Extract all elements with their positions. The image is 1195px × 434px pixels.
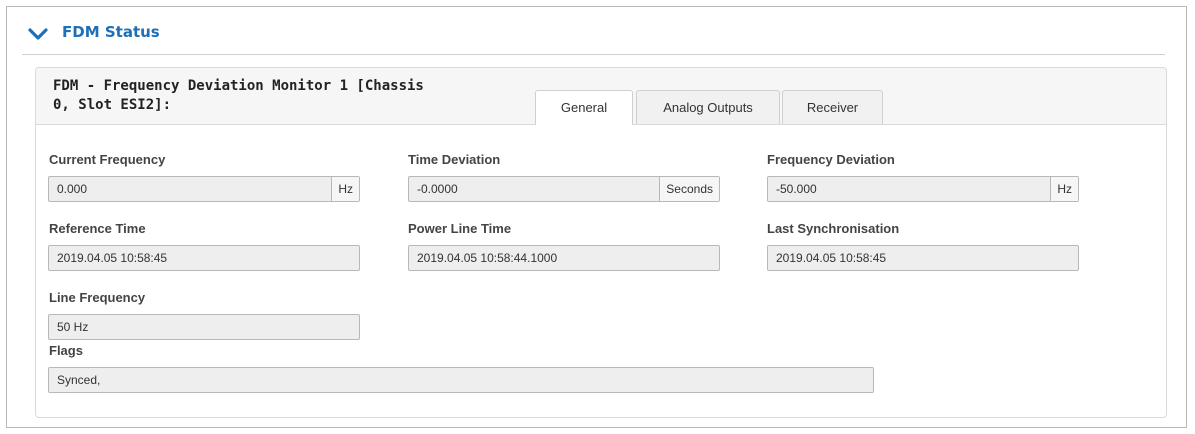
frequency-deviation-field[interactable]: -50.000 Hz — [767, 176, 1079, 202]
reference-time-value: 2019.04.05 10:58:45 — [57, 251, 168, 265]
frequency-deviation-value: -50.000 — [776, 182, 817, 196]
panel-header: FDM - Frequency Deviation Monitor 1 [Cha… — [36, 68, 1166, 125]
power-line-time-label: Power Line Time — [408, 221, 512, 236]
section-title: FDM Status — [62, 23, 160, 41]
tab-analog-outputs[interactable]: Analog Outputs — [636, 90, 780, 124]
current-frequency-value: 0.000 — [57, 182, 88, 196]
flags-label: Flags — [49, 343, 83, 358]
time-deviation-value: -0.0000 — [417, 182, 458, 196]
power-line-time-value: 2019.04.05 10:58:44.1000 — [417, 251, 558, 265]
last-synchronisation-field[interactable]: 2019.04.05 10:58:45 — [767, 245, 1079, 271]
panel-title-line1: FDM - Frequency Deviation Monitor 1 [Cha… — [53, 78, 424, 94]
reference-time-label: Reference Time — [49, 221, 146, 236]
flags-value: Synced, — [57, 373, 101, 387]
panel-title-line2: 0, Slot ESI2]: — [53, 97, 172, 113]
current-frequency-label: Current Frequency — [49, 152, 166, 167]
frequency-deviation-label: Frequency Deviation — [767, 152, 895, 167]
fdm-panel: FDM - Frequency Deviation Monitor 1 [Cha… — [35, 67, 1167, 418]
tab-receiver[interactable]: Receiver — [782, 90, 883, 124]
tab-general[interactable]: General — [535, 90, 633, 125]
last-synchronisation-value: 2019.04.05 10:58:45 — [776, 251, 887, 265]
line-frequency-value: 50 Hz — [57, 320, 89, 334]
time-deviation-unit: Seconds — [659, 177, 719, 201]
line-frequency-field[interactable]: 50 Hz — [48, 314, 360, 340]
time-deviation-field[interactable]: -0.0000 Seconds — [408, 176, 720, 202]
line-frequency-label: Line Frequency — [49, 290, 146, 305]
last-synchronisation-label: Last Synchronisation — [767, 221, 900, 236]
reference-time-field[interactable]: 2019.04.05 10:58:45 — [48, 245, 360, 271]
fdm-status-frame: FDM Status FDM - Frequency Deviation Mon… — [6, 6, 1187, 428]
panel-title: FDM - Frequency Deviation Monitor 1 [Cha… — [53, 77, 493, 115]
section-header[interactable]: FDM Status — [7, 7, 1180, 55]
header-divider — [22, 54, 1165, 55]
chevron-down-icon[interactable] — [28, 28, 48, 40]
current-frequency-unit: Hz — [331, 177, 359, 201]
flags-field[interactable]: Synced, — [48, 367, 874, 393]
frequency-deviation-unit: Hz — [1050, 177, 1078, 201]
power-line-time-field[interactable]: 2019.04.05 10:58:44.1000 — [408, 245, 720, 271]
current-frequency-field[interactable]: 0.000 Hz — [48, 176, 360, 202]
time-deviation-label: Time Deviation — [408, 152, 501, 167]
